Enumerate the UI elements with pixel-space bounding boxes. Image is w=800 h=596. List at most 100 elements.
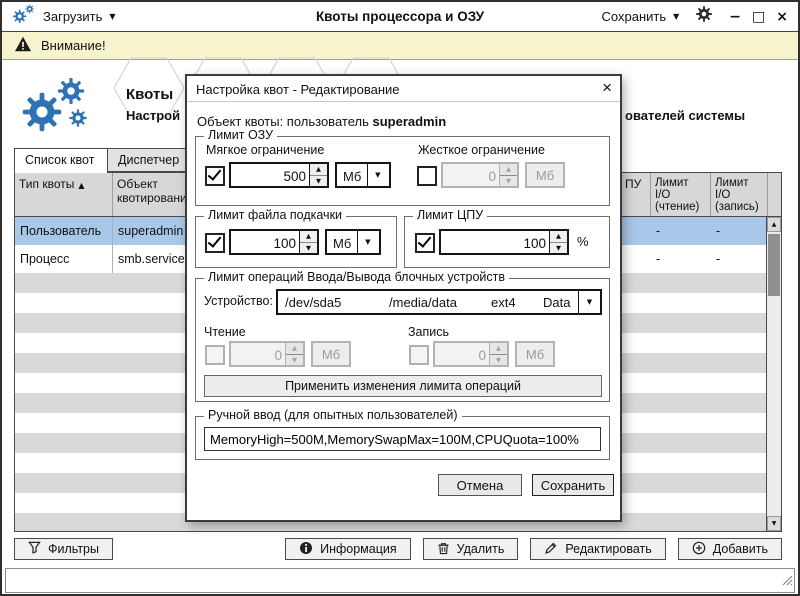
caret-down-icon: ▼ (367, 164, 387, 186)
scrollbar-thumb[interactable] (768, 234, 780, 296)
device-name: Data (543, 295, 570, 310)
hard-limit-spinbox[interactable]: 0 ▲▼ (441, 162, 519, 188)
scroll-up-button[interactable]: ▲ (767, 217, 781, 232)
read-limit-checkbox[interactable] (205, 345, 225, 365)
soft-limit-spinbox[interactable]: 500 ▲▼ (229, 162, 329, 188)
app-window: Загрузить ▼ Квоты процессора и ОЗУ Сохра… (0, 0, 800, 596)
spin-up-button[interactable]: ▲ (550, 231, 567, 243)
manual-input-legend: Ручной ввод (для опытных пользователей) (204, 408, 462, 422)
swap-limit-checkbox[interactable] (205, 233, 225, 253)
minimize-button[interactable]: − (729, 9, 741, 25)
title-bar: Загрузить ▼ Квоты процессора и ОЗУ Сохра… (2, 2, 798, 32)
cancel-button[interactable]: Отмена (438, 474, 522, 496)
filters-button[interactable]: Фильтры (14, 538, 113, 560)
bottom-toolbar: Фильтры Информация Удалить Редактировать (14, 536, 782, 562)
soft-limit-label: Мягкое ограничение (206, 143, 324, 157)
column-header-type[interactable]: Тип квоты▲ (15, 173, 113, 216)
page-subtitle-partial: Настрой (126, 108, 180, 123)
spin-down-button[interactable]: ▼ (300, 243, 317, 254)
swap-limit-spinbox[interactable]: 100 ▲▼ (229, 229, 319, 255)
swap-limit-group: Лимит файла подкачки 100 ▲▼ Мб ▼ (195, 216, 397, 268)
page-title: Квоты (126, 86, 173, 103)
app-gears-icon (12, 4, 36, 29)
info-button[interactable]: Информация (285, 538, 411, 560)
filter-funnel-icon (28, 541, 41, 557)
save-menu-button[interactable]: Сохранить ▼ (602, 9, 680, 24)
read-limit-unit-select[interactable]: Мб (311, 341, 351, 367)
save-button[interactable]: Сохранить (532, 474, 614, 496)
spin-down-button: ▼ (490, 355, 507, 366)
settings-gear-icon[interactable] (695, 5, 713, 28)
sort-asc-icon: ▲ (78, 181, 84, 190)
hard-limit-checkbox[interactable] (417, 166, 437, 186)
status-bar (5, 568, 795, 593)
soft-limit-unit-select[interactable]: Мб ▼ (335, 162, 391, 188)
caret-down-icon: ▼ (673, 12, 679, 21)
vertical-scrollbar[interactable]: ▲ ▼ (766, 217, 781, 531)
pencil-icon (544, 541, 558, 558)
spin-up-button: ▲ (500, 164, 517, 176)
dialog-close-icon[interactable]: × (602, 78, 612, 98)
cell-io-write: - (711, 245, 766, 273)
maximize-button[interactable]: □ (752, 9, 765, 25)
close-button[interactable]: × (776, 9, 788, 25)
read-limit-spinbox[interactable]: 0 ▲▼ (229, 341, 305, 367)
caret-down-icon: ▼ (109, 12, 115, 21)
write-limit-checkbox[interactable] (409, 345, 429, 365)
info-icon (299, 541, 313, 558)
load-menu-button[interactable]: Загрузить ▼ (12, 4, 116, 29)
spin-up-button: ▲ (490, 343, 507, 355)
write-limit-spinbox[interactable]: 0 ▲▼ (433, 341, 509, 367)
spin-down-button[interactable]: ▼ (310, 176, 327, 187)
device-mount: /media/data (389, 295, 491, 310)
cpu-limit-legend: Лимит ЦПУ (413, 208, 487, 222)
caret-down-icon: ▼ (357, 231, 377, 253)
column-header-cpu-partial[interactable]: ПУ (621, 173, 651, 216)
spin-up-button[interactable]: ▲ (300, 231, 317, 243)
cell-io-read: - (651, 217, 711, 245)
device-label: Устройство: (204, 294, 273, 308)
column-header-io-read[interactable]: Лимит I/O (чтение) (651, 173, 711, 216)
read-label: Чтение (204, 325, 246, 339)
spin-down-button[interactable]: ▼ (550, 243, 567, 254)
load-menu-label: Загрузить (43, 9, 102, 24)
quota-object-line: Объект квоты: пользователь superadmin (197, 114, 446, 129)
io-limit-legend: Лимит операций Ввода/Вывода блочных устр… (204, 270, 509, 284)
add-button[interactable]: Добавить (678, 538, 782, 560)
column-header-io-write[interactable]: Лимит I/O (запись) (711, 173, 768, 216)
spin-up-button[interactable]: ▲ (310, 164, 327, 176)
page-subtitle-right-fragment: ователей системы (625, 108, 745, 123)
cell-io-write: - (711, 217, 766, 245)
spin-down-button: ▼ (286, 355, 303, 366)
trash-icon (437, 541, 450, 558)
caret-down-icon: ▼ (578, 291, 600, 313)
swap-limit-legend: Лимит файла подкачки (204, 208, 346, 222)
cpu-limit-spinbox[interactable]: 100 ▲▼ (439, 229, 569, 255)
spin-up-button: ▲ (286, 343, 303, 355)
dialog-title: Настройка квот - Редактирование (196, 82, 400, 97)
write-label: Запись (408, 325, 449, 339)
manual-input-field[interactable] (204, 427, 601, 451)
quota-object-name: superadmin (372, 114, 446, 129)
device-select[interactable]: /dev/sda5 /media/data ext4 Data ▼ (276, 289, 602, 315)
scroll-down-button[interactable]: ▼ (767, 516, 781, 531)
hard-limit-label: Жесткое ограничение (418, 143, 545, 157)
quota-edit-dialog: Настройка квот - Редактирование × Объект… (185, 74, 622, 522)
hard-limit-unit-select[interactable]: Мб (525, 162, 565, 188)
edit-button[interactable]: Редактировать (530, 538, 665, 560)
percent-label: % (577, 234, 589, 249)
tab-quota-list[interactable]: Список квот (14, 148, 108, 173)
soft-limit-checkbox[interactable] (205, 166, 225, 186)
spin-down-button: ▼ (500, 176, 517, 187)
write-limit-unit-select[interactable]: Мб (515, 341, 555, 367)
delete-button[interactable]: Удалить (423, 538, 519, 560)
apply-io-limit-button[interactable]: Применить изменения лимита операций (204, 375, 602, 397)
app-logo-gears (18, 74, 98, 143)
cpu-limit-checkbox[interactable] (415, 233, 435, 253)
io-limit-group: Лимит операций Ввода/Вывода блочных устр… (195, 278, 610, 402)
device-fs: ext4 (491, 295, 543, 310)
warning-text: Внимание! (41, 38, 106, 53)
resize-grip[interactable] (779, 572, 793, 591)
ram-limit-group: Лимит ОЗУ Мягкое ограничение 500 ▲▼ Мб ▼… (195, 136, 610, 206)
swap-limit-unit-select[interactable]: Мб ▼ (325, 229, 381, 255)
